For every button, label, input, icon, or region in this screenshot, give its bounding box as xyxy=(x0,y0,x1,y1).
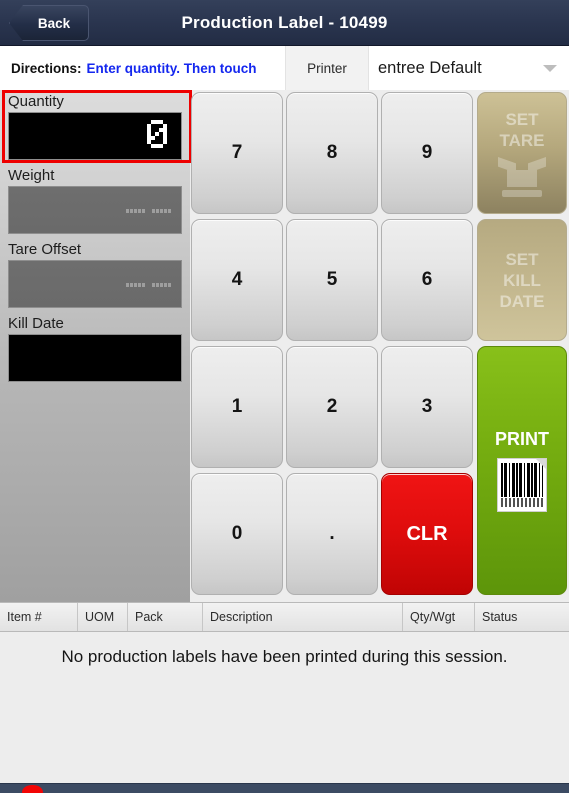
dot-matrix-placeholder-icon xyxy=(126,209,171,213)
print-button-label: PRINT xyxy=(495,429,549,449)
column-description[interactable]: Description xyxy=(203,603,403,631)
printer-dropdown[interactable]: entree Default xyxy=(370,46,569,90)
back-button[interactable]: Back xyxy=(9,5,89,41)
printer-label: Printer xyxy=(285,46,369,90)
status-indicator-dot xyxy=(22,785,43,793)
key-2[interactable]: 2 xyxy=(286,346,378,468)
key-5[interactable]: 5 xyxy=(286,219,378,341)
key-clear[interactable]: CLR xyxy=(381,473,473,595)
key-4[interactable]: 4 xyxy=(191,219,283,341)
weight-field-group: Weight xyxy=(0,166,190,234)
key-8[interactable]: 8 xyxy=(286,92,378,214)
weight-input xyxy=(8,186,182,234)
tare-offset-label: Tare Offset xyxy=(8,241,82,258)
column-pack[interactable]: Pack xyxy=(128,603,203,631)
directions-bar: Directions: Enter quantity. Then touch P… xyxy=(0,46,569,90)
dot-matrix-zero-icon xyxy=(147,120,167,152)
field-panel: Quantity Weight Tare Offset Kill Date xyxy=(0,90,192,602)
set-tare-line1: SET xyxy=(505,110,539,129)
empty-state-message: No production labels have been printed d… xyxy=(61,647,508,666)
kill-date-label: Kill Date xyxy=(8,315,64,332)
set-kill-date-button[interactable]: SET KILL DATE xyxy=(477,219,567,341)
numeric-keypad: 7 8 9 4 5 6 1 2 3 0 . CLR xyxy=(190,90,475,602)
set-tare-line2: TARE xyxy=(499,131,545,150)
directions-cell: Directions: Enter quantity. Then touch xyxy=(0,46,285,90)
directions-label: Directions: xyxy=(11,60,82,76)
key-1[interactable]: 1 xyxy=(191,346,283,468)
production-label-screen: Back Production Label - 10499 Directions… xyxy=(0,0,569,793)
status-bar xyxy=(0,783,569,793)
column-uom[interactable]: UOM xyxy=(78,603,128,631)
set-kill-date-line3: DATE xyxy=(499,291,545,311)
kill-date-input[interactable] xyxy=(8,334,182,382)
set-kill-date-line2: KILL xyxy=(503,270,541,290)
quantity-input[interactable] xyxy=(8,112,182,160)
print-button[interactable]: PRINT xyxy=(477,346,567,595)
box-on-scale-icon xyxy=(498,157,546,197)
key-0[interactable]: 0 xyxy=(191,473,283,595)
set-kill-date-line1: SET xyxy=(505,249,539,269)
key-6[interactable]: 6 xyxy=(381,219,473,341)
title-bar: Back Production Label - 10499 xyxy=(0,0,569,46)
quantity-label: Quantity xyxy=(8,93,64,110)
set-tare-button[interactable]: SET TARE xyxy=(477,92,567,214)
column-qty-wgt[interactable]: Qty/Wgt xyxy=(403,603,475,631)
tare-offset-field-group: Tare Offset xyxy=(0,240,190,308)
results-table-header: Item # UOM Pack Description Qty/Wgt Stat… xyxy=(0,602,569,632)
key-7[interactable]: 7 xyxy=(191,92,283,214)
key-decimal[interactable]: . xyxy=(286,473,378,595)
key-3[interactable]: 3 xyxy=(381,346,473,468)
action-column: SET TARE SET KILL DATE PRINT xyxy=(475,90,569,602)
chevron-down-icon xyxy=(543,65,557,72)
column-item-number[interactable]: Item # xyxy=(0,603,78,631)
directions-text: Enter quantity. Then touch xyxy=(86,60,257,76)
key-9[interactable]: 9 xyxy=(381,92,473,214)
back-button-label: Back xyxy=(37,15,71,31)
kill-date-field-group[interactable]: Kill Date xyxy=(0,314,190,382)
column-status[interactable]: Status xyxy=(475,603,569,631)
weight-label: Weight xyxy=(8,167,55,184)
tare-offset-input xyxy=(8,260,182,308)
quantity-field-group[interactable]: Quantity xyxy=(0,90,192,163)
barcode-label-icon xyxy=(497,458,547,512)
dot-matrix-placeholder-icon xyxy=(126,283,171,287)
printer-dropdown-value: entree Default xyxy=(378,58,482,77)
